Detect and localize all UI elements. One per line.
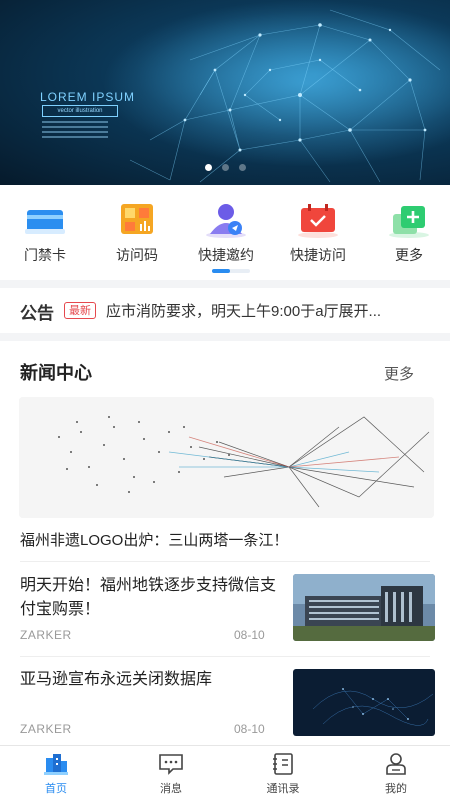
bottom-tab-bar: 首页 消息 通讯录 我的 bbox=[0, 745, 450, 800]
quick-action-label: 快捷访问 bbox=[290, 247, 346, 263]
quick-action-quick-visit[interactable]: 快捷访问 bbox=[283, 202, 353, 265]
news-more-link[interactable]: 更多 bbox=[384, 363, 414, 384]
quick-action-label: 快捷邀约 bbox=[198, 247, 254, 263]
quick-action-access-card[interactable]: 门禁卡 bbox=[10, 202, 80, 265]
quick-invite-icon bbox=[204, 202, 248, 238]
quick-visit-icon bbox=[296, 202, 340, 238]
notice-new-badge: 最新 bbox=[64, 302, 96, 319]
contacts-icon bbox=[270, 752, 296, 776]
news-item-source: ZARKER bbox=[20, 722, 72, 736]
news-item-date: 08-10 bbox=[234, 722, 265, 736]
tab-contacts[interactable]: 通讯录 bbox=[243, 752, 323, 796]
quick-action-quick-invite[interactable]: 快捷邀约 bbox=[191, 202, 261, 265]
access-card-icon bbox=[23, 202, 67, 238]
banner-carousel[interactable]: LOREM IPSUM vector illustration bbox=[0, 0, 450, 185]
tab-profile[interactable]: 我的 bbox=[356, 752, 436, 796]
banner-title: LOREM IPSUM bbox=[40, 90, 136, 104]
news-heading: 新闻中心 bbox=[20, 363, 92, 383]
featured-news-title[interactable]: 福州非遗LOGO出炉：三山两塔一条江！ bbox=[20, 529, 288, 550]
news-item-thumbnail[interactable] bbox=[293, 574, 435, 641]
notice-title: 公告 bbox=[20, 304, 54, 323]
tab-messages[interactable]: 消息 bbox=[131, 752, 211, 796]
access-code-icon bbox=[115, 202, 159, 238]
message-icon bbox=[158, 752, 184, 776]
notice-bar[interactable]: 公告 最新 应市消防要求，明天上午9:00于a厅展开... bbox=[0, 288, 450, 333]
profile-icon bbox=[383, 752, 409, 776]
quick-action-label: 访问码 bbox=[116, 247, 158, 263]
tab-label: 我的 bbox=[385, 783, 407, 795]
news-item-thumbnail[interactable] bbox=[293, 669, 435, 736]
quick-actions: 门禁卡 访问码 快捷邀约 快捷访问 更多 bbox=[0, 185, 450, 280]
news-divider bbox=[20, 561, 430, 562]
news-item-title[interactable]: 明天开始！福州地铁逐步支持微信支付宝购票！ bbox=[20, 574, 282, 622]
tab-label: 通讯录 bbox=[266, 783, 300, 795]
quick-action-label: 门禁卡 bbox=[24, 247, 66, 263]
tab-label: 首页 bbox=[45, 783, 67, 795]
quick-action-label: 更多 bbox=[395, 247, 423, 263]
tab-label: 消息 bbox=[160, 783, 182, 795]
news-center: 新闻中心 更多 福州非遗LOGO出炉：三山两塔一条江！ 明天开始！福州地铁逐步支… bbox=[0, 341, 450, 745]
carousel-dot[interactable] bbox=[204, 164, 212, 171]
carousel-dot[interactable] bbox=[221, 164, 229, 171]
news-divider bbox=[20, 656, 430, 657]
quick-actions-scroll-indicator bbox=[212, 269, 250, 273]
notice-text[interactable]: 应市消防要求，明天上午9:00于a厅展开... bbox=[106, 300, 426, 321]
more-plus-icon bbox=[387, 202, 431, 238]
news-item-date: 08-10 bbox=[234, 628, 265, 642]
banner-subtitle: vector illustration bbox=[42, 105, 118, 117]
carousel-dot[interactable] bbox=[238, 164, 246, 171]
featured-news-image[interactable] bbox=[19, 397, 434, 518]
home-icon bbox=[43, 752, 69, 776]
news-item-title[interactable]: 亚马逊宣布永远关闭数据库 bbox=[20, 668, 282, 692]
tab-home[interactable]: 首页 bbox=[16, 752, 96, 796]
banner-text-lines bbox=[42, 121, 108, 141]
home-page: LOREM IPSUM vector illustration 门禁卡 访问码 … bbox=[0, 0, 450, 800]
section-divider bbox=[0, 333, 450, 341]
carousel-dots[interactable] bbox=[0, 164, 450, 171]
news-item-source: ZARKER bbox=[20, 628, 72, 642]
section-divider bbox=[0, 280, 450, 288]
quick-action-more[interactable]: 更多 bbox=[374, 202, 444, 265]
quick-action-access-code[interactable]: 访问码 bbox=[102, 202, 172, 265]
